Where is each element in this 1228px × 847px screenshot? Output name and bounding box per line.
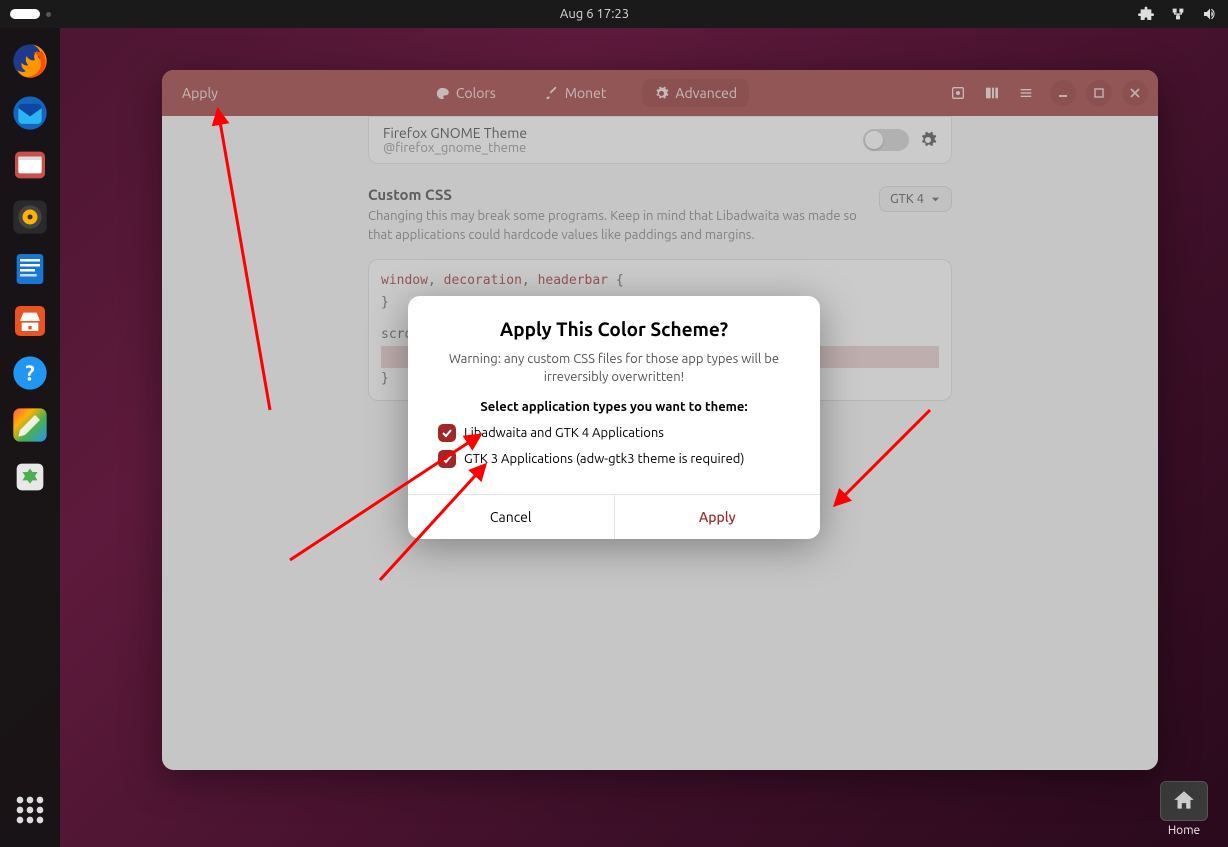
clock[interactable]: Aug 6 17:23 <box>560 7 629 21</box>
dialog-cancel-button[interactable]: Cancel <box>408 495 614 539</box>
headerbar: Apply Colors Monet Advanced <box>162 70 1158 116</box>
dock: ? <box>0 28 60 847</box>
dock-app-gradience[interactable] <box>7 402 53 448</box>
top-panel: Aug 6 17:23 <box>0 0 1228 28</box>
tab-monet[interactable]: Monet <box>532 79 619 107</box>
minimize-button[interactable] <box>1050 80 1076 106</box>
network-icon[interactable] <box>1170 6 1186 22</box>
apply-dialog: Apply This Color Scheme? Warning: any cu… <box>408 296 820 539</box>
firefox-theme-toggle[interactable] <box>863 129 909 151</box>
checkbox-gtk4[interactable] <box>438 424 456 442</box>
desktop-home-folder[interactable]: Home <box>1160 781 1208 837</box>
theme-row-gear-icon[interactable] <box>919 131 937 149</box>
dock-show-apps[interactable] <box>7 787 53 833</box>
custom-css-heading: Custom CSS <box>368 186 863 203</box>
dialog-title: Apply This Color Scheme? <box>434 318 794 340</box>
brush-icon <box>544 86 559 101</box>
dock-app-help[interactable]: ? <box>7 350 53 396</box>
dock-app-firefox[interactable] <box>7 38 53 84</box>
dialog-warning: Warning: any custom CSS files for those … <box>434 350 794 386</box>
close-button[interactable] <box>1122 80 1148 106</box>
maximize-button[interactable] <box>1086 80 1112 106</box>
gtk-version-dropdown[interactable]: GTK 4 <box>879 186 952 212</box>
dock-app-rhythmbox[interactable] <box>7 194 53 240</box>
hamburger-menu-button[interactable] <box>1012 79 1040 107</box>
dock-app-writer[interactable] <box>7 246 53 292</box>
apply-button[interactable]: Apply <box>172 81 228 105</box>
theme-row-title: Firefox GNOME Theme <box>383 125 863 141</box>
svg-text:?: ? <box>25 362 35 386</box>
dialog-select-label: Select application types you want to the… <box>434 400 794 414</box>
sound-icon[interactable] <box>1202 6 1218 22</box>
palette-icon <box>435 86 450 101</box>
desktop-home-label: Home <box>1160 824 1208 837</box>
theme-row-subtitle: @firefox_gnome_theme <box>383 141 863 155</box>
dock-app-trash[interactable] <box>7 454 53 500</box>
dialog-option-gtk3[interactable]: GTK 3 Applications (adw-gtk3 theme is re… <box>438 450 790 468</box>
presets-manager-button[interactable] <box>978 79 1006 107</box>
extension-icon[interactable] <box>1138 6 1154 22</box>
chevron-down-icon <box>930 194 941 205</box>
dialog-option-gtk4[interactable]: Libadwaita and GTK 4 Applications <box>438 424 790 442</box>
tab-colors[interactable]: Colors <box>423 79 508 107</box>
workspace-dot <box>46 12 51 17</box>
tab-advanced[interactable]: Advanced <box>642 79 749 107</box>
preset-icon-button[interactable] <box>944 79 972 107</box>
dock-app-software[interactable] <box>7 298 53 344</box>
dialog-apply-button[interactable]: Apply <box>614 495 821 539</box>
custom-css-desc: Changing this may break some programs. K… <box>368 207 863 245</box>
activities-pill[interactable] <box>10 9 40 19</box>
firefox-theme-row: Firefox GNOME Theme @firefox_gnome_theme <box>368 116 952 164</box>
checkbox-gtk3[interactable] <box>438 450 456 468</box>
dock-app-files[interactable] <box>7 142 53 188</box>
gear-icon <box>654 86 669 101</box>
dock-app-thunderbird[interactable] <box>7 90 53 136</box>
